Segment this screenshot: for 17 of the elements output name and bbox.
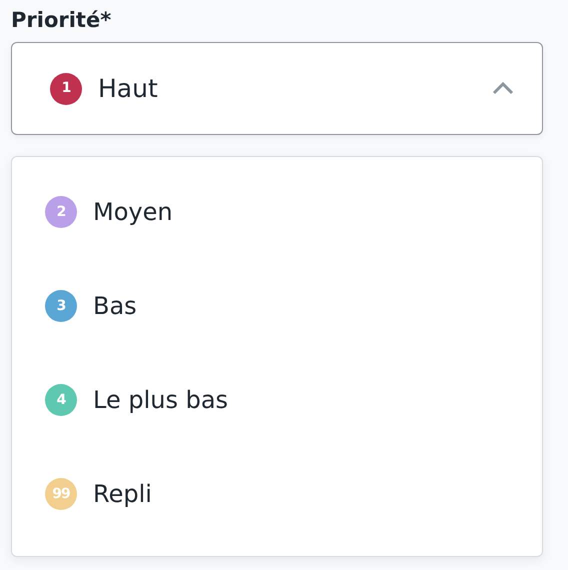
priority-badge: 3 (45, 290, 77, 322)
dropdown-option[interactable]: 2 Moyen (45, 165, 542, 259)
priority-badge: 4 (45, 384, 77, 416)
priority-badge: 2 (45, 196, 77, 228)
priority-badge: 1 (50, 72, 82, 104)
chevron-up-icon (492, 82, 514, 95)
dropdown-option[interactable]: 4 Le plus bas (45, 353, 542, 447)
dropdown-option[interactable]: 99 Repli (45, 447, 542, 541)
priority-select[interactable]: 1 Haut (11, 42, 543, 135)
priority-badge: 99 (45, 478, 77, 510)
option-label: Moyen (93, 197, 173, 228)
option-label: Bas (93, 291, 137, 322)
dropdown-option[interactable]: 3 Bas (45, 259, 542, 353)
field-label: Priorité* (11, 7, 112, 34)
selected-value: Haut (98, 72, 159, 105)
option-label: Repli (93, 479, 152, 510)
option-label: Le plus bas (93, 385, 228, 416)
